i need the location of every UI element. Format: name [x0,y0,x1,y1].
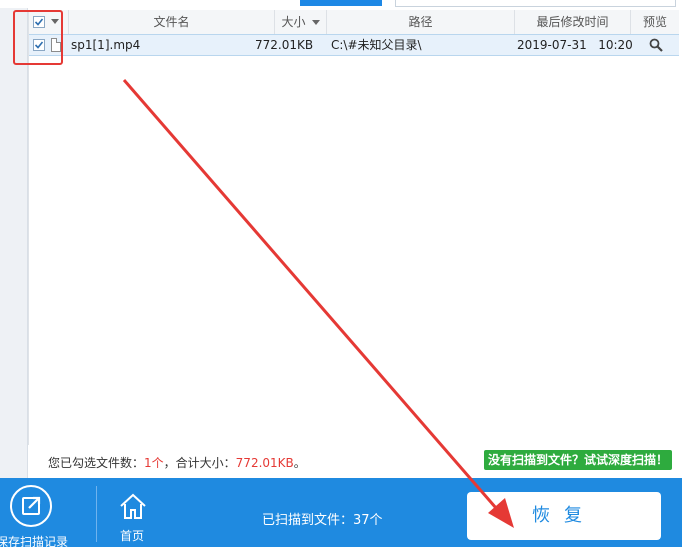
search-icon[interactable] [649,38,663,52]
status-suffix: 。 [293,456,306,470]
top-strip [0,0,682,8]
table-header: 文件名 大小 路径 最后修改时间 预览 [29,10,679,35]
file-table: 文件名 大小 路径 最后修改时间 预览 sp1[1].mp4 772.01KB … [28,10,679,445]
selection-status: 您已勾选文件数：1个，合计大小：772.01KB。 [48,454,306,471]
column-header-path[interactable]: 路径 [327,10,515,34]
status-middle: ，合计大小： [163,456,236,470]
status-total: 772.01KB [235,456,294,470]
table-row[interactable]: sp1[1].mp4 772.01KB C:\#未知父目录\ 2019-07-3… [29,34,679,56]
file-modified-date-value: 2019-07-31 [517,38,587,52]
active-tab-indicator[interactable] [300,0,382,6]
sort-desc-icon [311,20,320,25]
save-record-button[interactable]: 保存扫描记录 [0,478,96,549]
column-header-time[interactable]: 最后修改时间 [515,10,631,34]
save-record-label: 保存扫描记录 [0,535,69,549]
annotation-highlight-box [13,10,63,65]
file-size: 772.01KB [255,38,314,52]
home-button[interactable]: 首页 [110,478,158,547]
file-modified-time: 2019-07-31 10:20 [517,35,633,55]
home-label: 首页 [120,529,145,543]
column-header-size-label: 大小 [281,15,306,29]
status-prefix: 您已勾选文件数： [48,456,145,470]
left-gutter [0,8,28,478]
column-header-size[interactable]: 大小 [275,10,327,34]
status-count: 1个 [144,456,164,470]
home-icon [120,493,146,519]
file-name: sp1[1].mp4 [71,38,141,52]
file-path: C:\#未知父目录\ [331,38,422,52]
bottom-divider [96,486,97,542]
scanned-count: 已扫描到文件：37个 [262,513,383,528]
bottom-bar: 保存扫描记录 首页 已扫描到文件：37个 恢复 [0,478,682,549]
column-header-preview[interactable]: 预览 [631,10,679,34]
export-icon [22,496,41,515]
save-record-icon [10,485,52,527]
file-modified-time-value: 10:20 [598,38,633,52]
recover-button[interactable]: 恢复 [467,492,661,540]
deep-scan-button[interactable]: 没有扫描到文件？试试深度扫描！ [484,450,672,470]
search-input[interactable] [395,0,676,7]
column-header-name[interactable]: 文件名 [69,10,275,34]
